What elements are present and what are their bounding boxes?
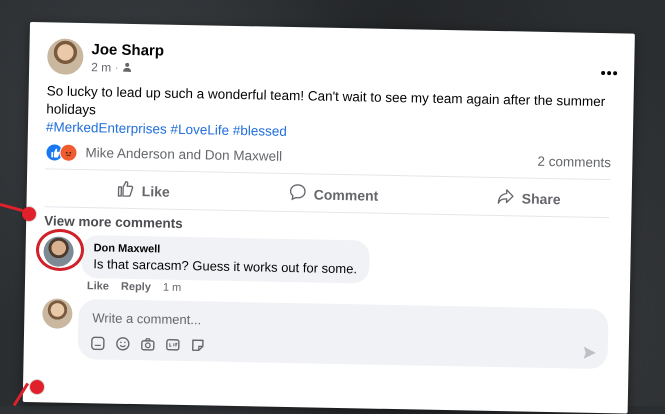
friends-icon xyxy=(122,61,132,75)
sticker-alt-icon[interactable] xyxy=(190,337,206,353)
comment-like-link[interactable]: Like xyxy=(87,280,109,292)
comments-count[interactable]: 2 comments xyxy=(537,154,611,170)
comment-composer xyxy=(77,298,609,370)
camera-icon[interactable] xyxy=(140,336,156,352)
comment-input[interactable] xyxy=(90,309,575,336)
gif-icon[interactable] xyxy=(165,337,181,353)
comment-bubble: Don Maxwell Is that sarcasm? Guess it wo… xyxy=(81,235,370,284)
emoji-icon[interactable] xyxy=(115,336,131,352)
share-button[interactable]: Share xyxy=(497,187,561,209)
like-label: Like xyxy=(141,182,170,200)
author-name[interactable]: Joe Sharp xyxy=(91,41,164,59)
post-meta: 2 m · xyxy=(91,60,132,75)
post-time[interactable]: 2 m xyxy=(91,60,111,74)
current-user-avatar xyxy=(42,298,73,329)
post-card: Joe Sharp 2 m · So lucky to lead up such… xyxy=(22,22,635,414)
like-button[interactable]: Like xyxy=(117,180,170,202)
comment-text: Is that sarcasm? Guess it works out for … xyxy=(93,256,358,277)
comment-button[interactable]: Comment xyxy=(289,183,379,206)
annotation-dot xyxy=(22,207,36,221)
annotation-ring xyxy=(36,229,84,271)
comment-reply-link[interactable]: Reply xyxy=(121,281,151,294)
comment-time[interactable]: 1 m xyxy=(163,282,182,294)
angry-icon xyxy=(59,143,78,162)
reaction-icons[interactable] xyxy=(45,143,78,162)
sticker-icon[interactable] xyxy=(90,335,106,351)
share-icon xyxy=(497,187,515,208)
more-options-icon[interactable] xyxy=(600,63,618,81)
composer-tools xyxy=(90,335,206,353)
share-label: Share xyxy=(521,189,561,207)
send-icon[interactable] xyxy=(582,345,598,366)
thumbs-up-icon xyxy=(117,180,135,201)
author-avatar[interactable] xyxy=(46,38,84,76)
view-more-comments[interactable]: View more comments xyxy=(44,213,183,231)
divider xyxy=(45,168,611,181)
comment-icon xyxy=(289,183,307,204)
comment-label: Comment xyxy=(313,185,379,204)
comment-actions: Like Reply 1 m xyxy=(87,280,182,294)
reactions-names[interactable]: Mike Anderson and Don Maxwell xyxy=(85,145,282,164)
annotation-dot xyxy=(30,380,44,394)
post-hashtags[interactable]: #MerkedEnterprises #LoveLife #blessed xyxy=(46,119,287,139)
